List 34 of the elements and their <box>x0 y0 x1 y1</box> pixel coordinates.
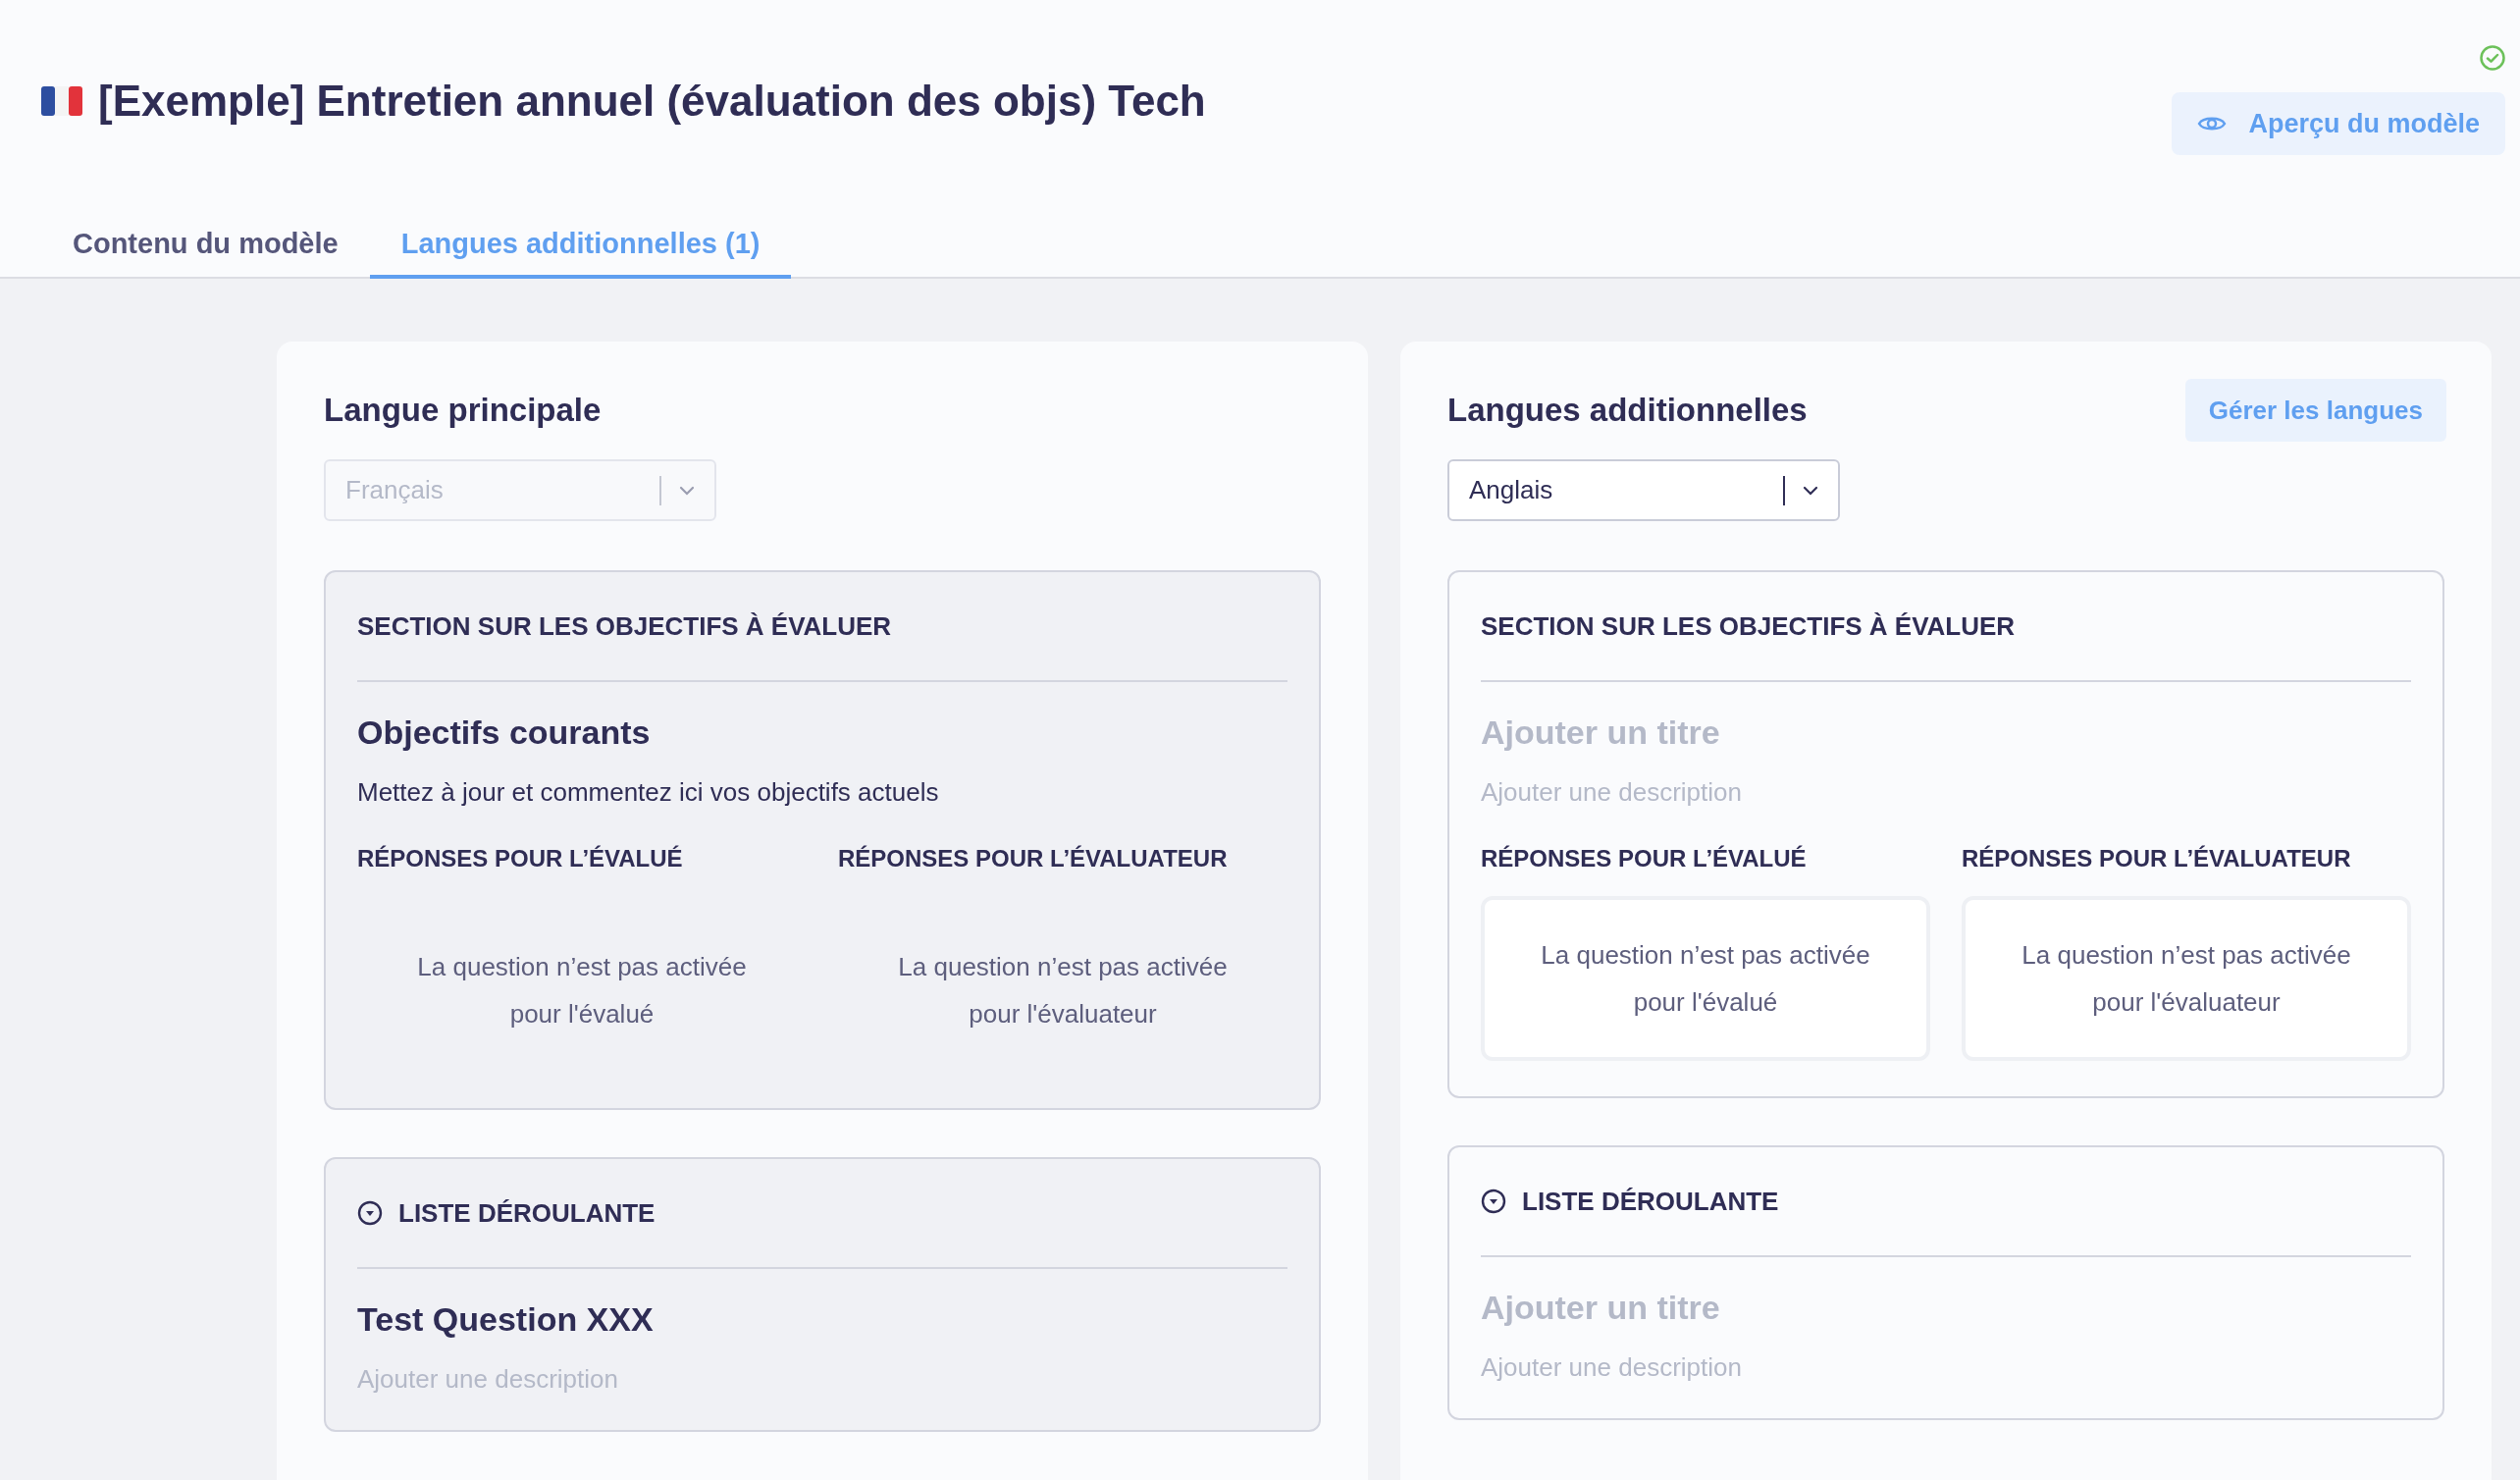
section-description: Mettez à jour et commentez ici vos objectifs actuels <box>357 777 940 808</box>
section-title[interactable]: Ajouter un titre <box>1481 714 2411 752</box>
responses-heading: RÉPONSES POUR L’ÉVALUATEUR <box>838 845 1229 872</box>
section-type-label: LISTE DÉROULANTE <box>398 1197 656 1229</box>
responses-heading: RÉPONSES POUR L’ÉVALUATEUR <box>1962 845 2352 872</box>
disabled-question-message: La question n’est pas activée pour l'évalué <box>416 951 748 1031</box>
chevron-down-icon <box>679 485 695 496</box>
answer-box: La question n’est pas activée pour l'évaluateur <box>1962 896 2411 1061</box>
panel-title: Langues additionnelles <box>1447 392 1808 429</box>
responses-heading: RÉPONSES POUR L’ÉVALUÉ <box>1481 845 1808 872</box>
chevron-down-icon <box>1803 485 1818 496</box>
section-description: Ajouter une description <box>357 1364 619 1395</box>
disabled-question-message: La question n’est pas activée pour l'évaluateur <box>897 951 1229 1031</box>
section-description[interactable]: Ajouter une description <box>1481 777 2411 808</box>
section-description[interactable]: Ajouter une description <box>1481 1352 2411 1383</box>
section-type-label: SECTION SUR LES OBJECTIFS À ÉVALUER <box>1481 610 2016 642</box>
preview-button[interactable]: Aperçu du modèle <box>2172 92 2505 155</box>
language-select[interactable]: Anglais <box>1447 459 1840 521</box>
flag-icon <box>41 86 82 116</box>
panel-title: Langue principale <box>324 392 602 429</box>
page-title: [Exemple] Entretien annuel (évaluation des objs) Tech <box>98 77 1206 126</box>
section-title[interactable]: Ajouter un titre <box>1481 1289 2411 1327</box>
responses-heading: RÉPONSES POUR L’ÉVALUÉ <box>357 845 684 872</box>
tab[interactable]: Contenu du modèle <box>41 212 370 279</box>
section-type-label: LISTE DÉROULANTE <box>1522 1186 1779 1217</box>
manage-languages-button[interactable]: Gérer les langues <box>2184 379 2446 442</box>
dropdown-circle-icon <box>357 1200 383 1226</box>
section-type-label: SECTION SUR LES OBJECTIFS À ÉVALUER <box>357 610 892 642</box>
tab[interactable]: Langues additionnelles (1) <box>369 212 792 279</box>
check-circle-icon <box>2480 45 2505 71</box>
dropdown-circle-icon <box>1481 1189 1506 1214</box>
section-title: Test Question XXX <box>357 1300 655 1339</box>
answer-box: La question n’est pas activée pour l'évalué <box>1481 896 1930 1061</box>
section-title: Objectifs courants <box>357 714 652 752</box>
